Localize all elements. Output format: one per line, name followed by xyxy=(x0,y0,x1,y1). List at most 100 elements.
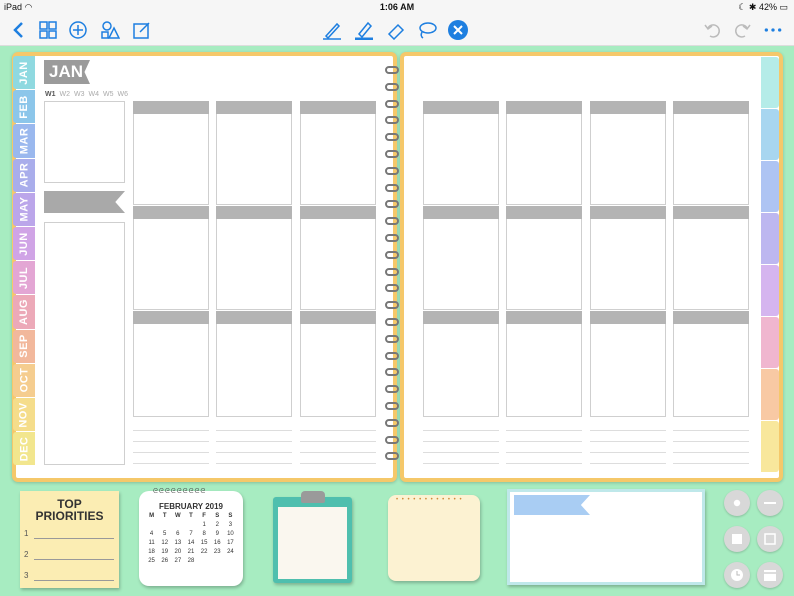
week-tab-w4[interactable]: W4 xyxy=(89,91,100,98)
month-tab-jan[interactable]: JAN xyxy=(13,56,35,90)
grid-icon[interactable] xyxy=(37,19,59,41)
side-tab[interactable] xyxy=(761,57,779,108)
battery-area: ☾ ✱ 42% ▭ xyxy=(738,2,788,13)
month-tab-sep[interactable]: SEP xyxy=(13,329,35,363)
highlighter-icon[interactable] xyxy=(353,19,375,41)
day-header xyxy=(300,311,376,324)
week-tab-w3[interactable]: W3 xyxy=(74,91,85,98)
month-tab-may[interactable]: MAY xyxy=(13,192,35,226)
notes-column[interactable] xyxy=(44,222,125,465)
day-box[interactable] xyxy=(423,101,499,205)
moon-icon: ☾ xyxy=(738,2,747,12)
week-tab-w6[interactable]: W6 xyxy=(118,91,129,98)
day-box[interactable] xyxy=(216,311,292,417)
priorities-title-line2: PRIORITIES xyxy=(35,509,104,523)
week-tab-w2[interactable]: W2 xyxy=(60,91,71,98)
clock-icon[interactable] xyxy=(724,562,750,588)
priority-line[interactable] xyxy=(34,580,114,581)
spiral-ring xyxy=(385,250,399,259)
calendar-title: FEBRUARY 2019 xyxy=(158,502,224,511)
minus-icon[interactable] xyxy=(757,490,783,516)
calendar-sticker[interactable]: ᘓᘓᘓᘓᘓᘓᘓᘓᘓ FEBRUARY 2019 MTWTFSS123456789… xyxy=(139,488,243,586)
more-icon[interactable] xyxy=(760,19,786,41)
note-line xyxy=(133,441,209,442)
spiral-ring xyxy=(385,301,399,310)
stop-icon[interactable] xyxy=(724,526,750,552)
lasso-icon[interactable] xyxy=(416,19,438,41)
calendar-day: 2 xyxy=(215,522,219,528)
spiral-ring xyxy=(385,234,399,242)
top-priorities-sticker[interactable]: TOP PRIORITIES 123 xyxy=(20,491,119,588)
side-tab[interactable] xyxy=(761,161,779,212)
side-tab[interactable] xyxy=(761,317,779,368)
month-tab-aug[interactable]: AUG xyxy=(13,295,35,329)
day-box[interactable] xyxy=(133,101,209,205)
month-tab-jul[interactable]: JUL xyxy=(13,261,35,295)
month-tab-label: JUN xyxy=(18,231,31,256)
day-box[interactable] xyxy=(133,206,209,310)
day-box[interactable] xyxy=(673,101,749,205)
calendar-day: 12 xyxy=(161,540,169,546)
day-header xyxy=(673,101,749,114)
battery-percent: 42% xyxy=(758,2,777,12)
day-box[interactable] xyxy=(300,101,376,205)
day-box[interactable] xyxy=(590,101,666,205)
side-tab[interactable] xyxy=(761,369,779,420)
spiral-ring xyxy=(385,82,399,91)
month-tab-apr[interactable]: APR xyxy=(13,158,35,192)
side-tab[interactable] xyxy=(761,109,779,160)
day-box[interactable] xyxy=(673,311,749,417)
month-tab-label: OCT xyxy=(18,368,31,393)
side-tab[interactable] xyxy=(761,421,779,472)
month-tab-feb[interactable]: FEB xyxy=(13,90,35,124)
month-tab-nov[interactable]: NOV xyxy=(13,398,35,432)
side-tab[interactable] xyxy=(761,265,779,316)
notes-box[interactable] xyxy=(44,101,125,183)
record-icon[interactable] xyxy=(724,490,750,516)
day-box[interactable] xyxy=(590,206,666,310)
close-circle-icon[interactable] xyxy=(447,19,469,41)
day-box[interactable] xyxy=(506,311,582,417)
square-icon[interactable] xyxy=(757,526,783,552)
side-tab[interactable] xyxy=(761,213,779,264)
note-card-sticker[interactable] xyxy=(507,489,705,585)
day-box[interactable] xyxy=(673,206,749,310)
week-tab-w1[interactable]: W1 xyxy=(45,91,56,98)
month-tab-mar[interactable]: MAR xyxy=(13,124,35,158)
calendar-day: 23 xyxy=(213,549,221,555)
month-tab-jun[interactable]: JUN xyxy=(13,227,35,261)
day-box[interactable] xyxy=(506,206,582,310)
day-header xyxy=(216,206,292,219)
section-flag xyxy=(44,191,125,213)
note-line xyxy=(423,430,499,431)
priority-line[interactable] xyxy=(34,538,114,539)
day-box[interactable] xyxy=(423,206,499,310)
undo-icon[interactable] xyxy=(702,19,724,41)
notepad-sticker[interactable]: • • • • • • • • • • • • xyxy=(388,495,480,581)
day-box[interactable] xyxy=(300,206,376,310)
day-box[interactable] xyxy=(590,311,666,417)
day-box[interactable] xyxy=(133,311,209,417)
priority-row: 3 xyxy=(24,571,114,583)
day-box[interactable] xyxy=(423,311,499,417)
day-box[interactable] xyxy=(216,101,292,205)
edit-icon[interactable] xyxy=(131,19,153,41)
spiral-icon: ᘓᘓᘓᘓᘓᘓᘓᘓᘓ xyxy=(153,488,207,495)
back-icon[interactable] xyxy=(8,19,30,41)
eraser-icon[interactable] xyxy=(385,19,407,41)
priority-line[interactable] xyxy=(34,559,114,560)
shapes-icon[interactable] xyxy=(99,19,121,41)
day-box[interactable] xyxy=(216,206,292,310)
day-box[interactable] xyxy=(300,311,376,417)
pen-icon[interactable] xyxy=(321,19,343,41)
week-tab-w5[interactable]: W5 xyxy=(103,91,114,98)
spiral-ring xyxy=(385,284,399,293)
month-tab-oct[interactable]: OCT xyxy=(13,363,35,397)
day-box[interactable] xyxy=(506,101,582,205)
calendar-day: 20 xyxy=(174,549,182,555)
add-icon[interactable] xyxy=(67,19,89,41)
redo-icon[interactable] xyxy=(731,19,753,41)
clipboard-sticker[interactable] xyxy=(273,491,352,583)
month-tab-dec[interactable]: DEC xyxy=(13,432,35,466)
calendar-icon[interactable] xyxy=(757,562,783,588)
